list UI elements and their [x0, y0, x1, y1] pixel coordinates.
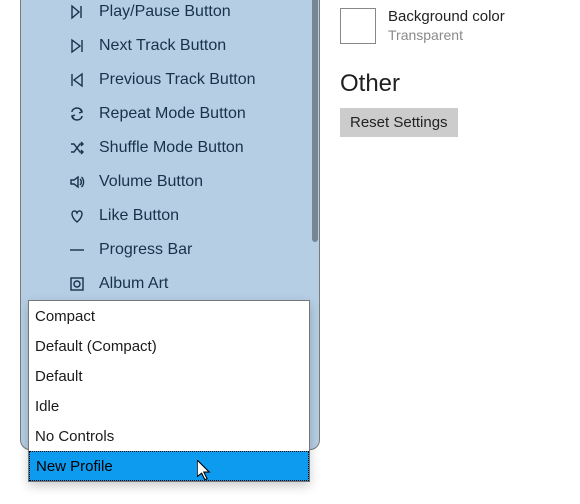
background-color-value: Transparent: [388, 27, 505, 43]
tree-item[interactable]: Volume Button: [21, 165, 319, 199]
background-color-label: Background color: [388, 8, 505, 25]
next-track-icon: [67, 36, 87, 56]
profile-option-new[interactable]: New Profile: [29, 451, 309, 481]
control-tree: Play/Pause Button Next Track Button Prev…: [21, 0, 319, 301]
profile-option[interactable]: Default (Compact): [29, 331, 309, 361]
tree-item-label: Previous Track Button: [99, 71, 256, 89]
tree-item-label: Play/Pause Button: [99, 3, 231, 21]
profile-option[interactable]: No Controls: [29, 421, 309, 451]
tree-item-label: Like Button: [99, 207, 179, 225]
repeat-icon: [67, 104, 87, 124]
background-color-row[interactable]: Background color Transparent: [340, 8, 570, 44]
tree-item-label: Volume Button: [99, 173, 203, 191]
volume-icon: [67, 172, 87, 192]
tree-item[interactable]: Like Button: [21, 199, 319, 233]
tree-item-label: Shuffle Mode Button: [99, 139, 244, 157]
tree-item[interactable]: Progress Bar: [21, 233, 319, 267]
profile-option[interactable]: Compact: [29, 301, 309, 331]
tree-item[interactable]: Next Track Button: [21, 29, 319, 63]
reset-settings-button[interactable]: Reset Settings: [340, 108, 458, 137]
profile-dropdown: Compact Default (Compact) Default Idle N…: [28, 300, 310, 482]
tree-item[interactable]: Shuffle Mode Button: [21, 131, 319, 165]
tree-item-label: Progress Bar: [99, 241, 192, 259]
album-art-icon: [67, 274, 87, 294]
tree-item[interactable]: Repeat Mode Button: [21, 97, 319, 131]
progress-icon: [67, 240, 87, 260]
tree-item[interactable]: Play/Pause Button: [21, 0, 319, 29]
color-swatch[interactable]: [340, 8, 376, 44]
tree-item-label: Album Art: [99, 275, 168, 293]
tree-item-label: Repeat Mode Button: [99, 105, 246, 123]
heart-icon: [67, 206, 87, 226]
tree-item-label: Next Track Button: [99, 37, 226, 55]
settings-panel: Background color Transparent Other Reset…: [340, 8, 570, 137]
profile-option[interactable]: Default: [29, 361, 309, 391]
other-section-header: Other: [340, 70, 570, 98]
scrollbar-thumb[interactable]: [312, 0, 318, 242]
tree-item[interactable]: Album Art: [21, 267, 319, 301]
tree-item[interactable]: Previous Track Button: [21, 63, 319, 97]
previous-track-icon: [67, 70, 87, 90]
shuffle-icon: [67, 138, 87, 158]
profile-option[interactable]: Idle: [29, 391, 309, 421]
play-pause-icon: [67, 2, 87, 22]
